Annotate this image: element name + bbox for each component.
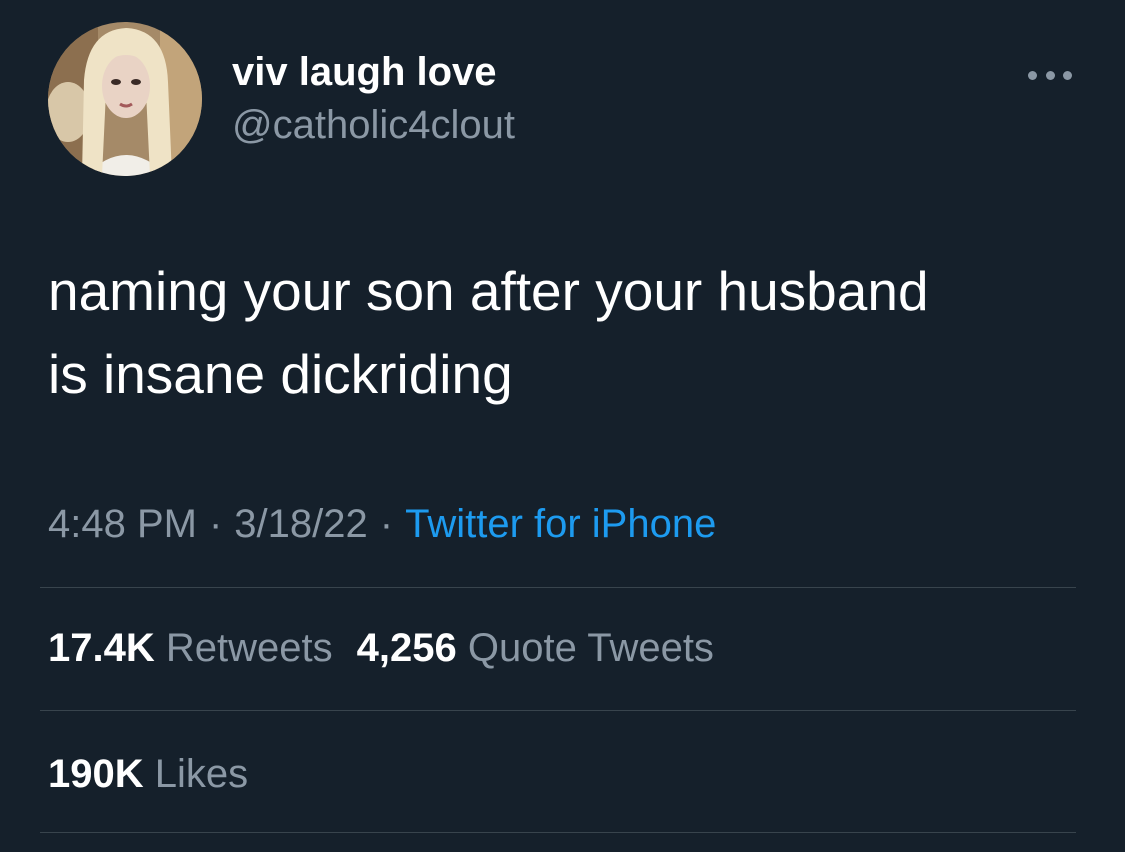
author-handle[interactable]: @catholic4clout: [232, 101, 515, 149]
stats-row: 17.4K Retweets 4,256 Quote Tweets: [48, 624, 714, 672]
likes-count: 190K: [48, 752, 144, 796]
avatar-image: [48, 22, 202, 176]
quote-tweets-label: Quote Tweets: [467, 626, 714, 670]
tweet-source-link[interactable]: Twitter for iPhone: [405, 502, 716, 546]
more-horizontal-icon: [1028, 70, 1037, 80]
retweets-stat[interactable]: 17.4K Retweets: [48, 626, 333, 670]
quote-tweets-stat[interactable]: 4,256 Quote Tweets: [357, 626, 714, 670]
likes-stat[interactable]: 190K Likes: [48, 752, 248, 796]
divider: [40, 710, 1076, 711]
tweet-text: naming your son after your husband is in…: [48, 260, 929, 405]
quote-tweets-count: 4,256: [356, 626, 457, 670]
tweet-detail: viv laugh love @catholic4clout naming yo…: [0, 0, 1125, 852]
more-options-button[interactable]: [1024, 60, 1076, 90]
retweets-count: 17.4K: [48, 626, 155, 670]
likes-label: Likes: [154, 752, 249, 796]
divider: [40, 832, 1076, 833]
meta-separator: ·: [379, 502, 394, 546]
more-icon-dot: [1045, 70, 1055, 80]
more-icon-dot: [1063, 70, 1072, 80]
author-name[interactable]: viv laugh love: [232, 48, 497, 96]
divider: [40, 587, 1076, 588]
likes-row: 190K Likes: [48, 750, 248, 798]
tweet-time: 4:48 PM: [48, 502, 197, 546]
retweets-label: Retweets: [165, 626, 333, 670]
tweet-date: 3/18/22: [234, 502, 368, 546]
meta-separator: ·: [208, 502, 223, 546]
avatar[interactable]: [48, 22, 202, 176]
tweet-meta: 4:48 PM · 3/18/22 · Twitter for iPhone: [48, 500, 716, 548]
